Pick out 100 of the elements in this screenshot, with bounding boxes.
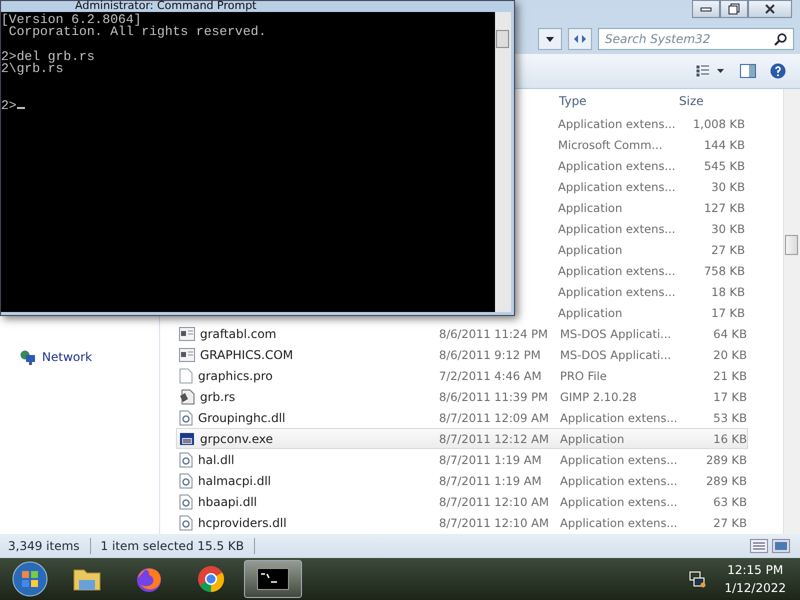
file-type: Application extens...	[558, 180, 676, 194]
file-size: 1,008 KB	[692, 116, 745, 130]
scrollbar[interactable]	[495, 12, 511, 312]
file-size: 16 KB	[713, 432, 747, 446]
file-type: Application extens...	[560, 452, 678, 466]
clock-date: 1/12/2022	[724, 580, 786, 597]
file-type: Microsoft Comm...	[558, 138, 662, 152]
selection-info: 1 item selected 15.5 KB	[100, 539, 244, 553]
windows-orb-icon	[11, 560, 49, 598]
dll-file-icon	[179, 514, 193, 530]
column-header[interactable]: Type	[557, 94, 679, 108]
dll-file-icon	[179, 472, 193, 488]
image-file-icon	[179, 388, 195, 404]
date-modified: 8/6/2011 11:39 PM	[439, 390, 548, 404]
window-title: Administrator: Command Prompt	[75, 0, 256, 12]
file-row[interactable]: graftabl.com 8/6/2011 11:24 PM MS-DOS Applicati... 64 KB	[176, 323, 748, 344]
details-view-icon[interactable]	[750, 539, 768, 553]
file-row[interactable]: Application extens... 18 KB	[557, 281, 748, 302]
file-row[interactable]: halmacpi.dll 8/7/2011 1:19 AM Application extens... 289 KB	[176, 470, 748, 491]
file-type: MS-DOS Applicati...	[560, 326, 672, 340]
file-size: 53 KB	[713, 410, 747, 424]
file-row[interactable]: Microsoft Comm... 144 KB	[557, 134, 748, 155]
file-row[interactable]: Groupinghc.dll 8/7/2011 12:09 AM Application extens... 53 KB	[176, 407, 748, 428]
file-type: MS-DOS Applicati...	[560, 348, 672, 362]
file-size: 17 KB	[711, 306, 745, 320]
file-name: grb.rs	[200, 390, 236, 404]
blank-file-icon	[179, 368, 193, 384]
preview-pane-icon[interactable]	[740, 64, 756, 78]
file-type: GIMP 2.10.28	[560, 390, 637, 404]
file-row[interactable]: GRAPHICS.COM 8/6/2011 9:12 PM MS-DOS Applicati... 20 KB	[176, 344, 748, 365]
dll-file-icon	[179, 494, 193, 510]
file-row[interactable]: Application 127 KB	[557, 197, 748, 218]
taskbar-app-button[interactable]	[244, 560, 302, 598]
file-name: hcproviders.dll	[198, 516, 287, 530]
file-row[interactable]: graphics.pro 7/2/2011 4:46 AM PRO File 21 KB	[176, 365, 748, 386]
dll-file-icon	[179, 410, 193, 426]
file-name: halmacpi.dll	[198, 474, 271, 488]
clock-time: 12:15 PM	[727, 562, 784, 579]
file-row[interactable]: Application extens... 1,008 KB	[557, 113, 748, 134]
date-modified: 7/2/2011 4:46 AM	[439, 368, 542, 382]
file-type: Application extens...	[560, 410, 678, 424]
program-window-icon	[179, 348, 195, 362]
column-header[interactable]: Size	[679, 94, 739, 108]
close-button[interactable]	[748, 0, 792, 18]
file-type: Application extens...	[558, 158, 676, 172]
maximize-icon	[728, 3, 740, 15]
date-modified: 8/7/2011 1:19 AM	[439, 474, 542, 488]
console-output: [Version 6.2.8064] Corporation. All rights reserved. 2>del grb.rs 2\grb.rs 2>	[1, 12, 268, 116]
refresh-icon	[572, 33, 588, 45]
file-name: graftabl.com	[200, 326, 276, 340]
file-size: 64 KB	[713, 326, 747, 340]
file-size: 127 KB	[704, 200, 745, 214]
minimize-icon	[700, 6, 712, 12]
help-icon[interactable]	[770, 63, 786, 79]
date-modified: 8/6/2011 9:12 PM	[439, 348, 541, 362]
search-field[interactable]: Search System32	[598, 28, 794, 50]
file-type: Application extens...	[560, 474, 678, 488]
file-size: 21 KB	[713, 368, 747, 382]
tiles-view-icon[interactable]	[772, 539, 790, 553]
view-options-icon[interactable]	[696, 65, 726, 77]
scrollbar[interactable]	[783, 89, 800, 534]
network-status-icon[interactable]	[688, 570, 706, 588]
file-row[interactable]: hcproviders.dll 8/7/2011 12:10 AM Application extens... 27 KB	[176, 512, 748, 533]
file-row[interactable]: Application 17 KB	[557, 302, 748, 323]
file-row[interactable]: hbaapi.dll 8/7/2011 12:10 AM Application extens... 63 KB	[176, 491, 748, 512]
file-size: 27 KB	[711, 242, 745, 256]
file-row[interactable]: Application extens... 758 KB	[557, 260, 748, 281]
file-size: 758 KB	[704, 264, 745, 278]
file-row[interactable]: grb.rs 8/6/2011 11:39 PM GIMP 2.10.28 17 KB	[176, 386, 748, 407]
file-row[interactable]: Application extens... 30 KB	[557, 218, 748, 239]
file-name: grpconv.exe	[200, 432, 273, 446]
sidebar-item[interactable]: Network	[0, 347, 159, 367]
refresh-button[interactable]	[568, 28, 592, 50]
date-modified: 8/7/2011 1:19 AM	[439, 452, 542, 466]
file-type: Application extens...	[558, 264, 676, 278]
file-type: Application	[558, 242, 622, 256]
close-icon	[764, 3, 776, 15]
file-type: PRO File	[560, 368, 607, 382]
minimize-button[interactable]	[692, 0, 720, 18]
file-type: Application	[558, 306, 622, 320]
clock[interactable]: 12:15 PM 1/12/2022	[724, 561, 786, 597]
file-row[interactable]: grpconv.exe 8/7/2011 12:12 AM Application 16 KB	[176, 428, 748, 449]
program-window-icon	[179, 326, 195, 340]
file-type: Application extens...	[558, 284, 676, 298]
file-row[interactable]: hal.dll 8/7/2011 1:19 AM Application extens... 289 KB	[176, 449, 748, 470]
file-size: 30 KB	[711, 222, 745, 236]
maximize-button[interactable]	[720, 0, 748, 18]
item-count: 3,349 items	[8, 539, 80, 553]
file-row[interactable]: Application extens... 30 KB	[557, 176, 748, 197]
date-modified: 8/6/2011 11:24 PM	[439, 326, 548, 340]
file-row[interactable]: Application extens... 545 KB	[557, 155, 748, 176]
file-row[interactable]: Application 27 KB	[557, 239, 748, 260]
file-size: 144 KB	[704, 138, 745, 152]
file-type: Application extens...	[558, 116, 676, 130]
file-name: hbaapi.dll	[198, 494, 257, 508]
search-icon	[774, 33, 787, 46]
file-size: 63 KB	[713, 494, 747, 508]
date-modified: 8/7/2011 12:12 AM	[439, 432, 549, 446]
caret-icon	[546, 36, 554, 42]
address-dropdown-button[interactable]	[538, 28, 562, 50]
